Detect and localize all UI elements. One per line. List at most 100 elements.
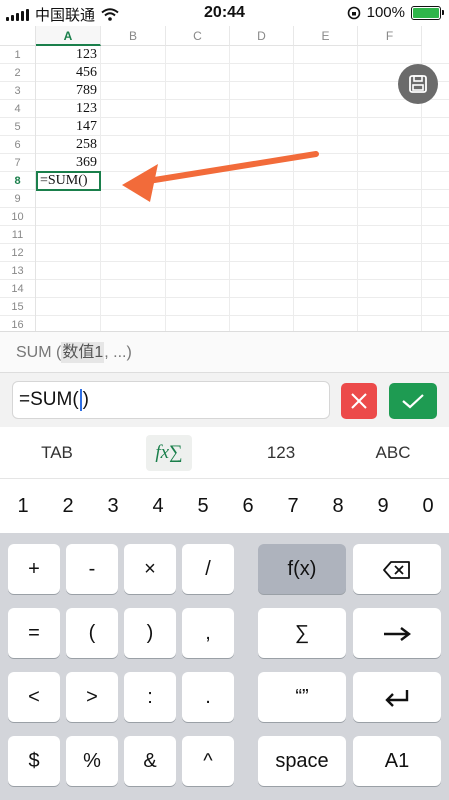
formula-input[interactable]: =SUM(): [12, 381, 330, 419]
sheet-cell[interactable]: [230, 244, 294, 262]
sheet-cell[interactable]: [36, 244, 101, 262]
colon-key[interactable]: :: [124, 672, 176, 722]
digit-key-6[interactable]: 6: [226, 479, 270, 533]
sheet-cell[interactable]: [230, 154, 294, 172]
sheet-cell[interactable]: 369: [36, 154, 101, 172]
sheet-cell[interactable]: [230, 316, 294, 331]
column-header-b[interactable]: B: [101, 26, 166, 46]
sheet-cell[interactable]: [294, 316, 358, 331]
sheet-cell[interactable]: [36, 208, 101, 226]
sheet-cell[interactable]: [230, 280, 294, 298]
dollar-key[interactable]: $: [8, 736, 60, 786]
sheet-cell[interactable]: [36, 316, 101, 331]
spreadsheet[interactable]: A B C D E F 1 123 2 456 3 789 4 123 5 147 6 258 7 369…: [0, 26, 449, 331]
sheet-cell[interactable]: [230, 82, 294, 100]
sheet-cell[interactable]: [166, 190, 230, 208]
sheet-cell[interactable]: [101, 154, 166, 172]
greater-than-key[interactable]: >: [66, 672, 118, 722]
sheet-cell[interactable]: [294, 136, 358, 154]
row-header[interactable]: 4: [0, 100, 36, 118]
sheet-cell[interactable]: [166, 208, 230, 226]
sheet-cell[interactable]: [294, 280, 358, 298]
sheet-cell[interactable]: [36, 298, 101, 316]
digit-key-4[interactable]: 4: [136, 479, 180, 533]
digit-key-1[interactable]: 1: [1, 479, 45, 533]
sheet-cell[interactable]: [358, 136, 422, 154]
cancel-formula-button[interactable]: [341, 383, 377, 419]
sheet-cell[interactable]: [101, 100, 166, 118]
sheet-cell[interactable]: [230, 190, 294, 208]
close-paren-key[interactable]: ): [124, 608, 176, 658]
sheet-cell[interactable]: [358, 226, 422, 244]
sheet-cell[interactable]: [36, 226, 101, 244]
sum-key[interactable]: ∑: [258, 608, 346, 658]
quotes-key[interactable]: “”: [258, 672, 346, 722]
digit-key-3[interactable]: 3: [91, 479, 135, 533]
row-header[interactable]: 7: [0, 154, 36, 172]
divide-key[interactable]: /: [182, 544, 234, 594]
sheet-cell[interactable]: [230, 100, 294, 118]
sheet-cell[interactable]: [358, 298, 422, 316]
digit-key-5[interactable]: 5: [181, 479, 225, 533]
sheet-cell[interactable]: [101, 172, 166, 190]
row-header[interactable]: 10: [0, 208, 36, 226]
tab-numbers-mode[interactable]: 123: [246, 435, 316, 471]
save-button[interactable]: [398, 64, 438, 104]
sheet-cell[interactable]: [166, 244, 230, 262]
sheet-cell[interactable]: [294, 208, 358, 226]
column-header-a[interactable]: A: [36, 26, 101, 46]
sheet-cell[interactable]: [166, 46, 230, 64]
sheet-cell[interactable]: [101, 190, 166, 208]
sheet-cell[interactable]: [230, 208, 294, 226]
row-header[interactable]: 12: [0, 244, 36, 262]
backspace-key[interactable]: [353, 544, 441, 594]
column-header-c[interactable]: C: [166, 26, 230, 46]
sheet-cell[interactable]: 258: [36, 136, 101, 154]
row-header[interactable]: 16: [0, 316, 36, 331]
sheet-cell[interactable]: [230, 226, 294, 244]
sheet-cell[interactable]: [358, 280, 422, 298]
sheet-cell[interactable]: [166, 118, 230, 136]
function-list-key[interactable]: f(x): [258, 544, 346, 594]
sheet-cell[interactable]: [166, 262, 230, 280]
sheet-cell[interactable]: [294, 190, 358, 208]
comma-key[interactable]: ,: [182, 608, 234, 658]
sheet-cell[interactable]: [101, 64, 166, 82]
multiply-key[interactable]: ×: [124, 544, 176, 594]
plus-key[interactable]: +: [8, 544, 60, 594]
sheet-cell[interactable]: [36, 262, 101, 280]
sheet-cell[interactable]: [294, 244, 358, 262]
sheet-cell[interactable]: [294, 118, 358, 136]
row-header[interactable]: 13: [0, 262, 36, 280]
row-header[interactable]: 2: [0, 64, 36, 82]
sheet-cell[interactable]: [230, 136, 294, 154]
sheet-cell[interactable]: [294, 46, 358, 64]
sheet-cell[interactable]: [101, 244, 166, 262]
equals-key[interactable]: =: [8, 608, 60, 658]
sheet-cell[interactable]: [101, 280, 166, 298]
percent-key[interactable]: %: [66, 736, 118, 786]
sheet-cell[interactable]: [36, 190, 101, 208]
sheet-cell[interactable]: [166, 100, 230, 118]
column-header-f[interactable]: F: [358, 26, 422, 46]
row-header[interactable]: 6: [0, 136, 36, 154]
move-right-key[interactable]: [353, 608, 441, 658]
sheet-cell[interactable]: [230, 118, 294, 136]
caret-key[interactable]: ^: [182, 736, 234, 786]
sheet-cell[interactable]: [166, 82, 230, 100]
sheet-cell[interactable]: [101, 262, 166, 280]
ampersand-key[interactable]: &: [124, 736, 176, 786]
row-header[interactable]: 5: [0, 118, 36, 136]
sheet-cell[interactable]: [358, 262, 422, 280]
sheet-cell[interactable]: [101, 226, 166, 244]
sheet-cell[interactable]: [166, 280, 230, 298]
digit-key-2[interactable]: 2: [46, 479, 90, 533]
sheet-cell[interactable]: [294, 262, 358, 280]
space-key[interactable]: space: [258, 736, 346, 786]
sheet-cell[interactable]: 123: [36, 100, 101, 118]
row-header[interactable]: 14: [0, 280, 36, 298]
sheet-cell[interactable]: [230, 262, 294, 280]
row-header[interactable]: 9: [0, 190, 36, 208]
column-header-e[interactable]: E: [294, 26, 358, 46]
sheet-cell[interactable]: [358, 316, 422, 331]
